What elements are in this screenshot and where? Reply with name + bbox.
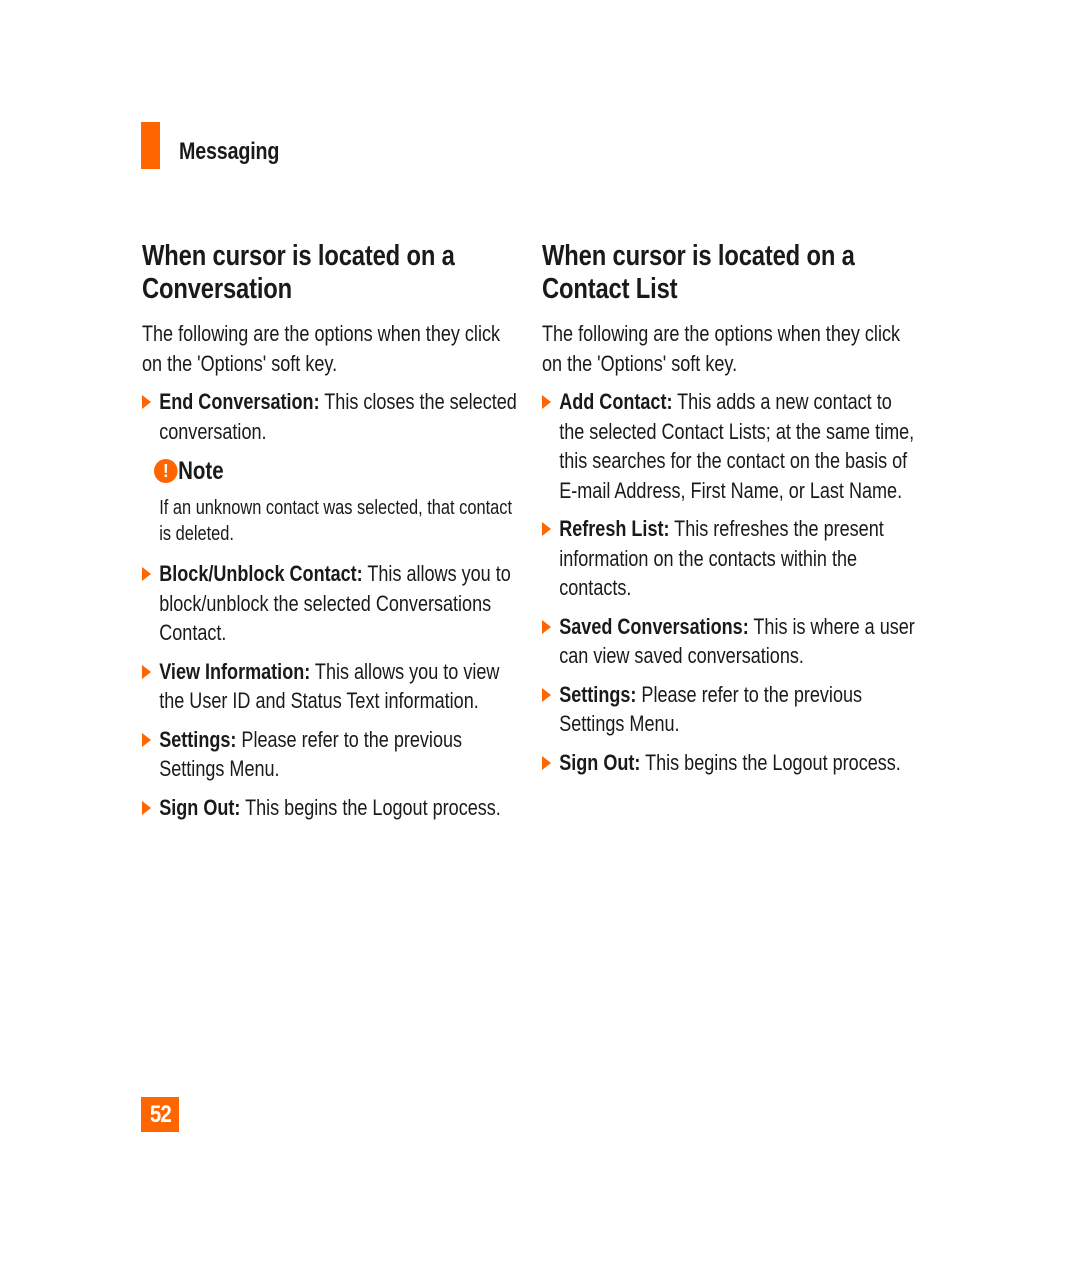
note-title: Note	[178, 456, 224, 485]
list-item: View Information: This allows you to vie…	[142, 657, 522, 716]
item-desc: This begins the Logout process.	[240, 794, 501, 820]
list-item: Settings: Please refer to the previous S…	[142, 725, 522, 784]
bullet-arrow-icon	[542, 395, 552, 409]
bullet-arrow-icon	[142, 800, 152, 815]
section-title: Messaging	[179, 138, 280, 165]
list-item: Sign Out: This begins the Logout process…	[142, 793, 522, 823]
bullet-arrow-icon	[142, 732, 152, 747]
item-term: Refresh List:	[559, 516, 670, 541]
conversation-intro: The following are the options when they …	[142, 321, 500, 376]
item-term: View Information:	[159, 658, 311, 684]
item-term: Sign Out:	[559, 749, 641, 775]
conversation-options-column: When cursor is located on a Conversation…	[142, 240, 522, 831]
item-term: Sign Out:	[159, 794, 241, 820]
conversation-heading: When cursor is located on a Conversation	[142, 240, 455, 305]
contact-list-options-column: When cursor is located on a Contact List…	[542, 240, 922, 786]
list-item: Block/Unblock Contact: This allows you t…	[142, 559, 522, 648]
note-text: If an unknown contact was selected, that…	[159, 497, 513, 545]
section-marker	[141, 122, 160, 169]
page-number-text: 52	[149, 1100, 171, 1128]
bullet-arrow-icon	[142, 567, 152, 581]
list-item: Add Contact: This adds a new contact to …	[542, 387, 922, 505]
item-desc: This begins the Logout process.	[640, 749, 901, 775]
contact-list-heading: When cursor is located on a Contact List	[542, 240, 855, 305]
item-term: End Conversation:	[159, 389, 320, 414]
bullet-arrow-icon	[142, 395, 152, 409]
list-item: Saved Conversations: This is where a use…	[542, 612, 922, 671]
contact-list-intro: The following are the options when they …	[542, 321, 900, 376]
bullet-arrow-icon	[542, 755, 552, 770]
item-term: Settings:	[559, 681, 637, 707]
item-term: Settings:	[159, 726, 237, 752]
item-term: Saved Conversations:	[559, 613, 749, 639]
list-item: End Conversation: This closes the select…	[142, 387, 522, 446]
warning-icon: !	[153, 459, 178, 483]
bullet-arrow-icon	[542, 522, 552, 536]
list-item: Settings: Please refer to the previous S…	[542, 680, 922, 739]
bullet-arrow-icon	[142, 664, 152, 679]
bullet-arrow-icon	[542, 619, 552, 634]
page-number: 52	[141, 1097, 179, 1132]
list-item: Sign Out: This begins the Logout process…	[542, 748, 922, 778]
bullet-arrow-icon	[542, 687, 552, 702]
item-term: Add Contact:	[559, 389, 673, 414]
note-box: ! Note If an unknown contact was selecte…	[142, 455, 522, 547]
item-term: Block/Unblock Contact:	[159, 561, 363, 586]
list-item: Refresh List: This refreshes the present…	[542, 514, 922, 603]
